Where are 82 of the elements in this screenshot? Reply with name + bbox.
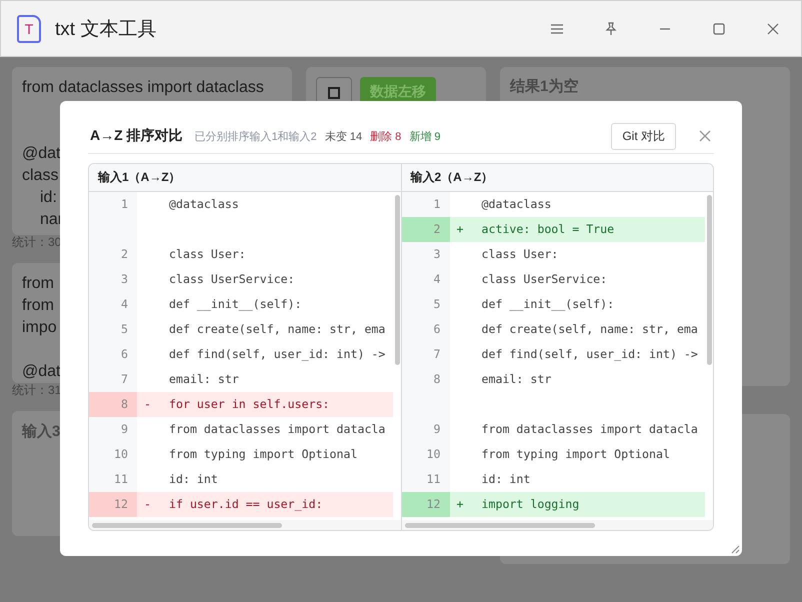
code-text: id: int xyxy=(169,471,218,488)
code-text: def find(self, user_id: int) -> xyxy=(169,346,386,363)
line-number: 3 xyxy=(89,267,137,292)
line-number: 3 xyxy=(402,242,450,267)
dialog-title: A→Z 排序对比 xyxy=(90,127,183,145)
line-number: 2 xyxy=(89,242,137,267)
code-text: email: str xyxy=(482,371,552,388)
line-number: 12 xyxy=(89,492,137,517)
git-compare-button[interactable]: Git 对比 xyxy=(611,122,676,150)
code-text: @dataclass xyxy=(482,196,552,213)
code-text: if user.id == user_id: xyxy=(169,496,323,513)
code-text: import logging xyxy=(482,496,580,513)
text-line: impo xyxy=(22,319,57,336)
pin-icon[interactable] xyxy=(603,20,619,36)
window-title: txt 文本工具 xyxy=(55,18,158,42)
code-text: def __init__(self): xyxy=(482,296,614,313)
line-number: 11 xyxy=(402,467,450,492)
diff-sign: + xyxy=(456,497,464,511)
line-number: 7 xyxy=(89,367,137,392)
text-line: from xyxy=(22,297,54,314)
line-number: 12 xyxy=(402,492,450,517)
code-text: class UserService: xyxy=(169,271,295,288)
line-number: 6 xyxy=(89,342,137,367)
code-text: class UserService: xyxy=(482,271,608,288)
close-icon[interactable] xyxy=(765,20,781,36)
line-number: 11 xyxy=(89,467,137,492)
resize-grip-icon[interactable] xyxy=(730,544,740,554)
added-count: 新增 9 xyxy=(409,130,440,144)
line-number: 9 xyxy=(402,417,450,442)
line-number: 7 xyxy=(402,342,450,367)
diff-sign: - xyxy=(144,497,151,511)
code-text: def find(self, user_id: int) -> xyxy=(482,346,698,363)
line-number: 2 xyxy=(402,217,450,242)
deleted-count: 删除 8 xyxy=(370,130,402,144)
line-number: 1 xyxy=(402,192,450,217)
code-text: email: str xyxy=(169,371,239,388)
code-text: active: bool = True xyxy=(482,221,614,238)
code-text: from typing import Optional xyxy=(169,446,358,463)
result-title: 结果1为空 xyxy=(510,78,578,95)
line-number: 5 xyxy=(402,292,450,317)
code-text: def create(self, name: str, ema xyxy=(169,321,386,338)
line-number: 4 xyxy=(402,267,450,292)
line-number: 5 xyxy=(89,317,137,342)
text-line: from dataclasses import dataclass xyxy=(22,79,264,96)
code-text: from typing import Optional xyxy=(482,446,670,463)
line-number: 1 xyxy=(89,192,137,217)
text-line: class xyxy=(22,167,58,184)
text-line: @dat xyxy=(22,145,60,162)
code-text: @dataclass xyxy=(169,196,239,213)
scrollbar[interactable] xyxy=(404,523,594,528)
code-text: class User: xyxy=(169,246,246,263)
text-line: from xyxy=(22,275,54,292)
line-number: 8 xyxy=(402,367,450,392)
code-text: id: int xyxy=(482,471,530,488)
diff-sign: - xyxy=(144,397,151,411)
scrollbar[interactable] xyxy=(92,523,282,528)
maximize-icon[interactable] xyxy=(711,20,727,36)
text-line: id: xyxy=(40,189,57,206)
line-number: 4 xyxy=(89,292,137,317)
code-text: def create(self, name: str, ema xyxy=(482,321,698,338)
code-text: from dataclasses import datacla xyxy=(169,421,386,438)
unchanged-count: 未变 14 xyxy=(324,130,362,144)
line-number: 10 xyxy=(402,442,450,467)
code-text: def __init__(self): xyxy=(169,296,302,313)
line-number: 9 xyxy=(89,417,137,442)
scrollbar[interactable] xyxy=(394,195,400,365)
text-line: 输入3 xyxy=(22,423,60,440)
code-text: class User: xyxy=(482,246,558,263)
app-icon: T xyxy=(17,14,41,42)
text-line: @dat xyxy=(22,363,60,380)
line-number: 6 xyxy=(402,317,450,342)
dialog-subtitle: 已分别排序输入1和输入2 xyxy=(194,130,317,144)
code-text: for user in self.users: xyxy=(169,396,330,413)
close-icon[interactable] xyxy=(698,129,712,143)
scrollbar[interactable] xyxy=(707,195,712,365)
diff-sign: + xyxy=(456,222,464,236)
line-number: 8 xyxy=(89,392,137,417)
pane-header: 输入2（A→Z） xyxy=(402,164,713,192)
line-number: 10 xyxy=(89,442,137,467)
square-icon xyxy=(328,87,340,99)
pane-header: 输入1（A→Z） xyxy=(89,164,400,192)
code-text: from dataclasses import datacla xyxy=(482,421,698,438)
